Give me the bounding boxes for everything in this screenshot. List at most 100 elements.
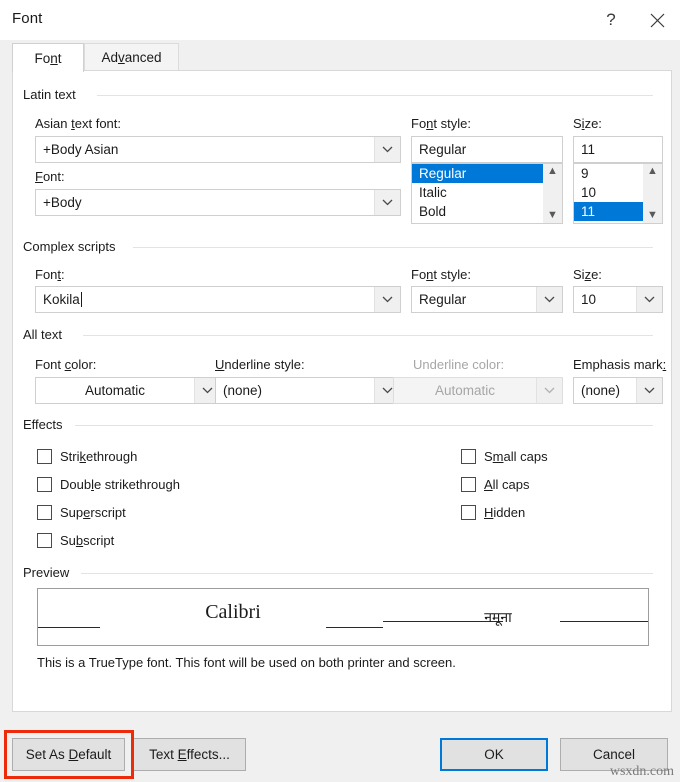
group-rule-preview <box>81 573 653 574</box>
list-item[interactable]: Bold <box>412 202 543 221</box>
checkbox-icon[interactable] <box>461 477 476 492</box>
chevron-down-icon[interactable] <box>374 287 400 312</box>
preview-complex-sample: नमूना <box>458 608 538 627</box>
group-label-latin-text: Latin text <box>23 87 82 102</box>
latin-font-style-listbox[interactable]: Regular Italic Bold ▲ ▼ <box>411 163 563 224</box>
label-complex-font-style: Font style: <box>411 267 471 282</box>
group-label-all-text: All text <box>23 327 68 342</box>
checkbox-label: Small caps <box>484 449 548 464</box>
font-color-value: Automatic <box>36 378 194 403</box>
list-item[interactable]: Regular <box>412 164 543 183</box>
underline-style-combo[interactable]: (none) <box>215 377 401 404</box>
asian-text-font-combo[interactable]: +Body Asian <box>35 136 401 163</box>
preview-placeholder-line <box>38 627 100 628</box>
title-bar: Font ? <box>0 0 680 40</box>
scroll-down-icon[interactable]: ▼ <box>547 210 558 221</box>
checkbox-label: Superscript <box>60 505 126 520</box>
complex-size-combo[interactable]: 10 <box>573 286 663 313</box>
group-label-effects: Effects <box>23 417 69 432</box>
latin-font-style-items: Regular Italic Bold <box>412 164 543 223</box>
latin-size-listbox[interactable]: 9 10 11 ▲ ▼ <box>573 163 663 224</box>
latin-size-scrollbar[interactable]: ▲ ▼ <box>643 164 662 223</box>
checkbox-label: All caps <box>484 477 530 492</box>
latin-font-value: +Body <box>36 190 374 215</box>
checkbox-label: Hidden <box>484 505 525 520</box>
label-underline-style: Underline style: <box>215 357 305 372</box>
checkbox-superscript[interactable]: Superscript <box>37 505 126 520</box>
list-item[interactable]: 10 <box>574 183 643 202</box>
checkbox-strikethrough[interactable]: Strikethrough <box>37 449 137 464</box>
chevron-down-icon[interactable] <box>536 287 562 312</box>
scroll-down-icon[interactable]: ▼ <box>647 210 658 221</box>
tab-font[interactable]: Font <box>12 43 84 72</box>
latin-size-value: 11 <box>581 142 595 157</box>
tab-strip: Font Advanced <box>0 40 680 71</box>
font-color-combo[interactable]: Automatic <box>35 377 221 404</box>
checkbox-double-strikethrough[interactable]: Double strikethrough <box>37 477 180 492</box>
checkbox-hidden[interactable]: Hidden <box>461 505 525 520</box>
label-complex-size: Size: <box>573 267 602 282</box>
label-latin-size: Size: <box>573 116 602 131</box>
ok-button[interactable]: OK <box>440 738 548 771</box>
complex-font-style-combo[interactable]: Regular <box>411 286 563 313</box>
group-rule-effects <box>75 425 653 426</box>
tab-panel-font: Latin text Asian text font: +Body Asian … <box>12 70 672 712</box>
chevron-down-icon <box>536 378 562 403</box>
list-item[interactable]: 9 <box>574 164 643 183</box>
scroll-up-icon[interactable]: ▲ <box>547 166 558 177</box>
label-latin-font: Font: <box>35 169 65 184</box>
complex-font-value: Kokila <box>36 287 374 312</box>
scroll-up-icon[interactable]: ▲ <box>647 166 658 177</box>
checkbox-icon[interactable] <box>37 449 52 464</box>
chevron-down-icon[interactable] <box>374 137 400 162</box>
list-item[interactable]: Italic <box>412 183 543 202</box>
cancel-label: Cancel <box>593 747 635 762</box>
label-emphasis-mark: Emphasis mark: <box>573 357 666 372</box>
tab-font-label: Font <box>34 51 61 66</box>
checkbox-all-caps[interactable]: All caps <box>461 477 530 492</box>
tab-advanced[interactable]: Advanced <box>84 43 179 71</box>
underline-style-value: (none) <box>216 378 374 403</box>
latin-font-style-input[interactable]: Regular <box>411 136 563 163</box>
latin-size-input[interactable]: 11 <box>573 136 663 163</box>
checkbox-icon[interactable] <box>37 477 52 492</box>
chevron-down-icon[interactable] <box>374 190 400 215</box>
checkbox-icon[interactable] <box>37 533 52 548</box>
emphasis-mark-value: (none) <box>574 378 636 403</box>
checkbox-label: Double strikethrough <box>60 477 180 492</box>
checkbox-icon[interactable] <box>461 505 476 520</box>
emphasis-mark-combo[interactable]: (none) <box>573 377 663 404</box>
checkbox-subscript[interactable]: Subscript <box>37 533 114 548</box>
latin-font-combo[interactable]: +Body <box>35 189 401 216</box>
checkbox-label: Strikethrough <box>60 449 137 464</box>
group-label-preview: Preview <box>23 565 75 580</box>
group-rule-all-text <box>83 335 653 336</box>
latin-size-items: 9 10 11 <box>574 164 643 223</box>
font-dialog: Font ? Font Advanced Latin text Asian te… <box>0 0 680 782</box>
asian-text-font-value: +Body Asian <box>36 137 374 162</box>
help-button[interactable]: ? <box>588 0 634 40</box>
label-underline-color: Underline color: <box>413 357 504 372</box>
preview-latin-sample: Calibri <box>158 601 308 624</box>
tab-advanced-label: Advanced <box>101 50 161 65</box>
checkbox-icon[interactable] <box>461 449 476 464</box>
complex-font-combo[interactable]: Kokila <box>35 286 401 313</box>
text-effects-button[interactable]: Text Effects... <box>133 738 246 771</box>
set-as-default-button[interactable]: Set As Default <box>12 738 125 771</box>
checkbox-icon[interactable] <box>37 505 52 520</box>
group-rule-latin-text <box>97 95 653 96</box>
watermark: wsxdn.com <box>610 764 674 780</box>
latin-font-style-scrollbar[interactable]: ▲ ▼ <box>543 164 562 223</box>
checkbox-small-caps[interactable]: Small caps <box>461 449 548 464</box>
set-as-default-label: Set As Default <box>26 747 112 762</box>
list-item[interactable]: 11 <box>574 202 643 221</box>
preview-placeholder-line <box>326 627 383 628</box>
underline-color-combo: Automatic <box>393 377 563 404</box>
chevron-down-icon[interactable] <box>636 287 662 312</box>
close-button[interactable] <box>634 0 680 40</box>
close-icon <box>650 13 665 28</box>
chevron-down-icon[interactable] <box>636 378 662 403</box>
latin-font-style-value: Regular <box>419 142 466 157</box>
preview-note: This is a TrueType font. This font will … <box>37 655 456 670</box>
label-latin-font-style: Font style: <box>411 116 471 131</box>
